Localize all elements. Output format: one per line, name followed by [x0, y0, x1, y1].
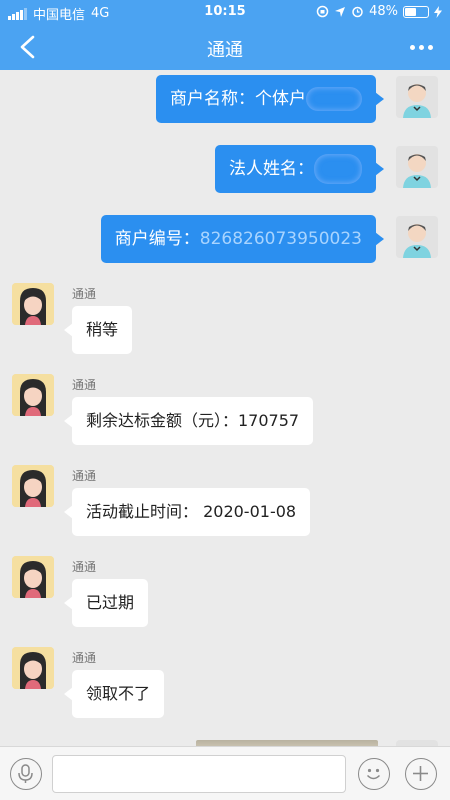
battery-icon [403, 5, 429, 18]
message-label: 商户编号： [114, 229, 200, 249]
merchant-number[interactable]: 826826073950023 [200, 229, 362, 249]
contact-avatar[interactable] [12, 647, 54, 689]
emoji-icon [366, 768, 381, 780]
incoming-message[interactable]: 稍等 [63, 306, 133, 354]
my-avatar[interactable] [396, 146, 438, 188]
battery-percent: 48% [369, 4, 398, 19]
outgoing-message[interactable]: 法人姓名： [215, 145, 384, 193]
more-icon [409, 44, 415, 50]
my-avatar[interactable] [396, 76, 438, 118]
incoming-message[interactable]: 领取不了 [63, 670, 165, 718]
more-button[interactable] [406, 34, 436, 60]
more-actions-button[interactable] [405, 758, 437, 790]
input-bar [0, 746, 450, 800]
alarm-icon [352, 6, 363, 18]
contact-avatar[interactable] [12, 465, 54, 507]
incoming-message[interactable]: 已过期 [63, 579, 149, 627]
contact-avatar[interactable] [12, 283, 54, 325]
sender-name: 通通 [72, 287, 97, 301]
microphone-icon [18, 764, 33, 783]
message-value: 个体户 [255, 89, 306, 109]
contact-avatar[interactable] [12, 374, 54, 416]
plus-icon [413, 766, 428, 781]
emoji-button[interactable] [358, 758, 390, 790]
outgoing-message[interactable]: 商户名称：个体户 [156, 75, 384, 123]
incoming-message[interactable]: 活动截止时间： 2020-01-08 [63, 488, 311, 536]
contact-avatar[interactable] [12, 556, 54, 598]
female-avatar-icon [12, 374, 54, 416]
message-input[interactable] [52, 755, 346, 793]
redacted-smudge [314, 154, 362, 184]
female-avatar-icon [12, 556, 54, 598]
male-avatar-icon [396, 76, 438, 118]
charging-icon [434, 5, 442, 18]
female-avatar-icon [12, 465, 54, 507]
message-label: 商户名称： [170, 89, 255, 109]
sender-name: 通通 [72, 469, 97, 483]
female-avatar-icon [12, 647, 54, 689]
message-label: 法人姓名： [229, 159, 314, 179]
male-avatar-icon [396, 216, 438, 258]
status-bar: 中国电信 4G 10:15 48% [0, 0, 450, 24]
redacted-smudge [306, 87, 362, 111]
nav-bar: 通通 [0, 24, 450, 70]
outgoing-message[interactable]: 商户编号：826826073950023 [100, 215, 385, 263]
sender-name: 通通 [72, 378, 97, 392]
female-avatar-icon [12, 283, 54, 325]
sender-name: 通通 [72, 651, 97, 665]
chat-area[interactable]: 商户名称：个体户 法人姓名： 商户编号：826826073950023 通通 稍… [0, 70, 450, 746]
page-title: 通通 [207, 40, 243, 61]
rotation-lock-icon [316, 5, 329, 18]
male-avatar-icon [396, 146, 438, 188]
status-right: 48% [316, 4, 442, 19]
location-icon [335, 6, 346, 17]
voice-button[interactable] [10, 758, 42, 790]
incoming-message[interactable]: 剩余达标金额（元）：170757 [63, 397, 314, 445]
sender-name: 通通 [72, 560, 97, 574]
my-avatar[interactable] [396, 216, 438, 258]
